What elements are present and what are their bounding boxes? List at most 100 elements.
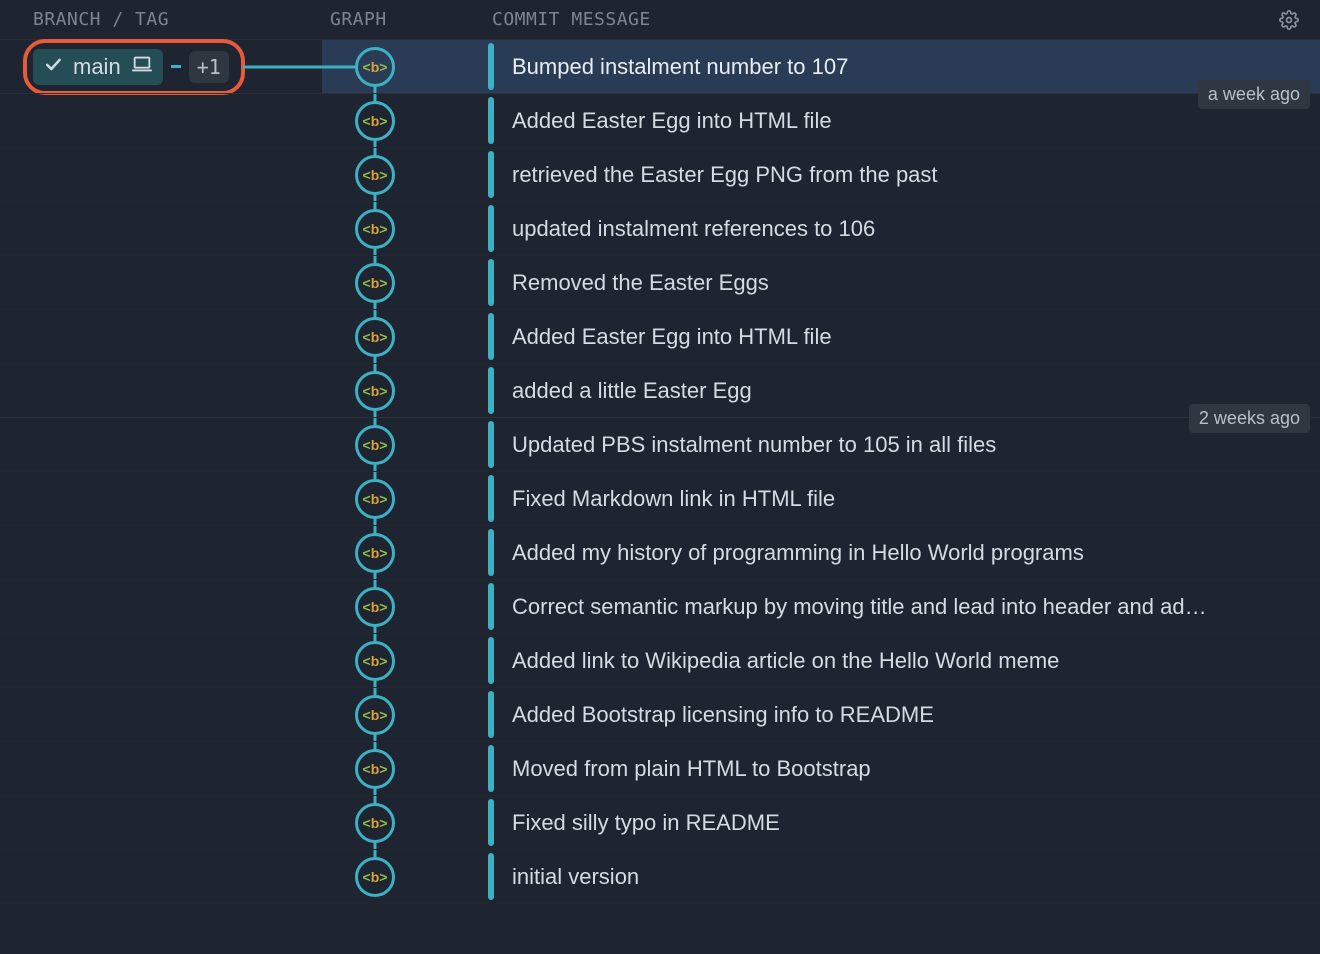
branch-pill[interactable]: main <box>33 49 163 85</box>
commit-node[interactable]: <b> <box>355 533 395 573</box>
node-glyph-gt: > <box>379 383 387 399</box>
node-glyph-b: b <box>371 599 380 615</box>
commit-row[interactable]: <b>initial version <box>0 850 1320 904</box>
commit-node[interactable]: <b> <box>355 587 395 627</box>
node-glyph-b: b <box>371 59 380 75</box>
message-cell: Moved from plain HTML to Bootstrap <box>488 742 1320 795</box>
graph-cell: <b> <box>322 796 488 849</box>
commit-row[interactable]: <b> Moved from plain HTML to Bootstrap <box>0 742 1320 796</box>
branch-extra-count-badge[interactable]: +1 <box>189 51 229 83</box>
message-cell: Correct semantic markup by moving title … <box>488 580 1320 633</box>
commit-node[interactable]: <b> <box>355 209 395 249</box>
commit-row[interactable]: <b>added a little Easter Egg2 weeks ago <box>0 364 1320 418</box>
header-message-label: COMMIT MESSAGE <box>492 9 651 30</box>
graph-cell: <b> <box>322 688 488 741</box>
commit-message: Correct semantic markup by moving title … <box>512 594 1207 620</box>
commit-row[interactable]: <b> Added Easter Egg into HTML file <box>0 310 1320 364</box>
table-header: BRANCH / TAG GRAPH COMMIT MESSAGE <box>0 0 1320 40</box>
node-glyph-lt: < <box>363 545 371 561</box>
commit-row[interactable]: <b> Added Bootstrap licensing info to REA… <box>0 688 1320 742</box>
commit-message: Added Easter Egg into HTML file <box>512 324 832 350</box>
message-cell: Added link to Wikipedia article on the H… <box>488 634 1320 687</box>
node-glyph-b: b <box>371 329 380 345</box>
commit-node[interactable]: <b> <box>355 857 395 897</box>
branch-color-indicator <box>488 313 494 360</box>
node-glyph-gt: > <box>379 59 387 75</box>
commit-node[interactable]: <b> <box>355 425 395 465</box>
branch-color-indicator <box>488 259 494 306</box>
commit-row[interactable]: <b> Added link to Wikipedia article on th… <box>0 634 1320 688</box>
node-glyph-gt: > <box>379 275 387 291</box>
branch-color-indicator <box>488 151 494 198</box>
node-glyph-lt: < <box>363 113 371 129</box>
commit-node[interactable]: <b> <box>355 155 395 195</box>
branch-cell <box>0 526 322 579</box>
node-glyph-gt: > <box>379 221 387 237</box>
commit-row[interactable]: <b>Fixed silly typo in README <box>0 796 1320 850</box>
node-glyph-b: b <box>371 653 380 669</box>
branch-cell <box>0 310 322 363</box>
branch-cell <box>0 472 322 525</box>
node-glyph-gt: > <box>379 329 387 345</box>
graph-cell: <b> <box>322 472 488 525</box>
commit-message: added a little Easter Egg <box>512 378 752 404</box>
commit-row[interactable]: <b> Correct semantic markup by moving tit… <box>0 580 1320 634</box>
graph-cell: <b> <box>322 634 488 687</box>
graph-cell: <b> <box>322 40 488 93</box>
node-glyph-lt: < <box>363 383 371 399</box>
branch-cell <box>0 850 322 903</box>
branch-color-indicator <box>488 367 494 414</box>
laptop-icon <box>131 53 153 81</box>
graph-cell: <b> <box>322 364 488 417</box>
commit-row[interactable]: <b> Added my history of programming in He… <box>0 526 1320 580</box>
check-icon <box>43 54 63 80</box>
commit-node[interactable]: <b> <box>355 803 395 843</box>
commit-message: Fixed Markdown link in HTML file <box>512 486 835 512</box>
commit-node[interactable]: <b> <box>355 317 395 357</box>
commit-row[interactable]: <b> Fixed Markdown link in HTML file <box>0 472 1320 526</box>
node-glyph-b: b <box>371 707 380 723</box>
node-glyph-b: b <box>371 275 380 291</box>
commit-node[interactable]: <b> <box>355 47 395 87</box>
commit-node[interactable]: <b> <box>355 695 395 735</box>
commit-row[interactable]: <b>updated instalment references to 106 <box>0 202 1320 256</box>
graph-cell: <b> <box>322 580 488 633</box>
message-cell: Added Bootstrap licensing info to README <box>488 688 1320 741</box>
branch-highlight-annotation: main +1 <box>23 39 245 95</box>
branch-cell <box>0 364 322 417</box>
branch-color-indicator <box>488 583 494 630</box>
message-cell: Bumped instalment number to 107 <box>488 40 1320 93</box>
commit-row[interactable]: <b>retrieved the Easter Egg PNG from the… <box>0 148 1320 202</box>
node-glyph-lt: < <box>363 491 371 507</box>
branch-color-indicator <box>488 637 494 684</box>
node-glyph-b: b <box>371 545 380 561</box>
connector-dash <box>171 65 181 68</box>
gear-icon[interactable] <box>1278 9 1300 31</box>
branch-color-indicator <box>488 43 494 90</box>
branch-cell <box>0 688 322 741</box>
node-glyph-gt: > <box>379 707 387 723</box>
commit-message: Added Easter Egg into HTML file <box>512 108 832 134</box>
commit-row[interactable]: <b> Added Easter Egg into HTML file <box>0 94 1320 148</box>
graph-cell: <b> <box>322 256 488 309</box>
branch-cell <box>0 256 322 309</box>
branch-cell <box>0 94 322 147</box>
header-graph: GRAPH <box>322 9 488 30</box>
node-glyph-lt: < <box>363 599 371 615</box>
commit-node[interactable]: <b> <box>355 479 395 519</box>
commit-node[interactable]: <b> <box>355 371 395 411</box>
commit-row[interactable]: <b>Removed the Easter Eggs <box>0 256 1320 310</box>
branch-cell <box>0 202 322 255</box>
commit-message: Added Bootstrap licensing info to README <box>512 702 934 728</box>
message-cell: Added my history of programming in Hello… <box>488 526 1320 579</box>
commit-node[interactable]: <b> <box>355 101 395 141</box>
commit-row[interactable]: <b>Updated PBS instalment number to 105 … <box>0 418 1320 472</box>
node-glyph-b: b <box>371 815 380 831</box>
node-glyph-b: b <box>371 437 380 453</box>
commit-node[interactable]: <b> <box>355 641 395 681</box>
commit-node[interactable]: <b> <box>355 749 395 789</box>
commit-row[interactable]: main +1 <b> Bumped instalment number to 107… <box>0 40 1320 94</box>
graph-edge <box>243 65 322 68</box>
commit-node[interactable]: <b> <box>355 263 395 303</box>
graph-cell: <b> <box>322 202 488 255</box>
